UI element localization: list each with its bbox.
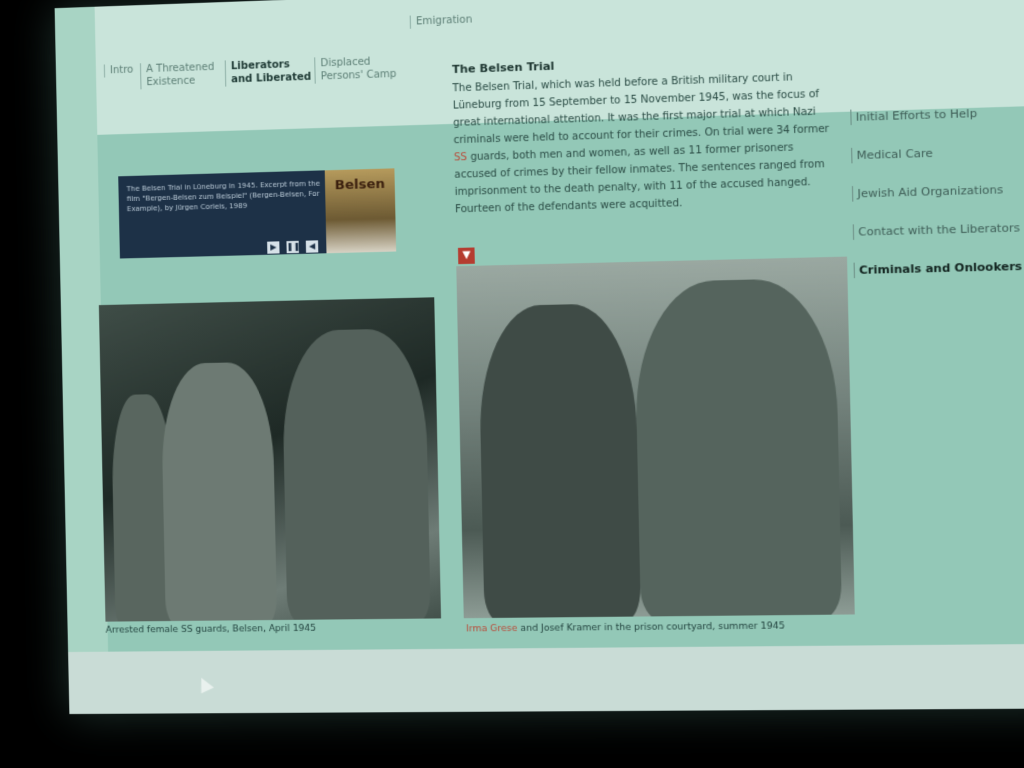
pause-icon[interactable]: ❚❚ xyxy=(287,241,299,253)
nav-item-liberators[interactable]: Liberators and Liberated xyxy=(225,57,313,86)
article-text-part1: The Belsen Trial, which was held before … xyxy=(452,72,829,146)
nav-item-dp-camp[interactable]: Displaced Persons' Camp xyxy=(314,54,403,83)
play-icon[interactable]: ▶ xyxy=(267,241,279,253)
nav-item-emigration[interactable]: Emigration xyxy=(410,12,499,28)
video-player[interactable]: The Belsen Trial in Lüneburg in 1945. Ex… xyxy=(118,168,396,258)
video-thumbnail[interactable]: Belsen xyxy=(325,168,396,253)
sidebar-item-criminals-onlookers[interactable]: Criminals and Onlookers xyxy=(854,258,1024,278)
volume-icon[interactable]: ◀ xyxy=(306,240,319,252)
figure-shape xyxy=(634,278,842,619)
ss-link[interactable]: SS xyxy=(454,152,467,164)
nav-item-threatened-existence[interactable]: A Threatened Existence xyxy=(140,60,227,89)
irma-grese-link[interactable]: Irma Grese xyxy=(466,624,518,635)
player-controls: ▶ ❚❚ ◀ xyxy=(267,233,321,254)
figure-shape xyxy=(478,303,641,618)
figure-shape xyxy=(160,362,277,622)
sidebar: Initial Efforts to Help Medical Care Jew… xyxy=(850,104,1024,301)
article-body: The Belsen Trial, which was held before … xyxy=(452,68,833,219)
main-content: The Belsen Trial in Lüneburg in 1945. Ex… xyxy=(97,105,1024,655)
left-photo-caption: Arrested female SS guards, Belsen, April… xyxy=(106,624,317,636)
caption-text: and Josef Kramer in the prison courtyard… xyxy=(517,621,785,634)
bottom-bar xyxy=(68,644,1024,714)
photo-grese-kramer xyxy=(456,257,855,619)
video-description: The Belsen Trial in Lüneburg in 1945. Ex… xyxy=(126,179,321,215)
projected-screen: Intro A Threatened Existence Liberators … xyxy=(55,0,1024,714)
photo-female-guards xyxy=(99,297,441,621)
figure-shape xyxy=(281,328,431,622)
article-text-part2: guards, both men and women, as well as 1… xyxy=(454,142,825,215)
sidebar-item-medical-care[interactable]: Medical Care xyxy=(851,143,1024,164)
trial-article: The Belsen Trial The Belsen Trial, which… xyxy=(452,50,833,218)
sidebar-item-jewish-aid[interactable]: Jewish Aid Organizations xyxy=(852,181,1024,201)
sidebar-item-contact-liberators[interactable]: Contact with the Liberators xyxy=(853,220,1024,240)
expand-arrow-icon[interactable]: ▼ xyxy=(458,247,475,264)
right-photo-caption: Irma Grese and Josef Kramer in the priso… xyxy=(466,621,785,634)
